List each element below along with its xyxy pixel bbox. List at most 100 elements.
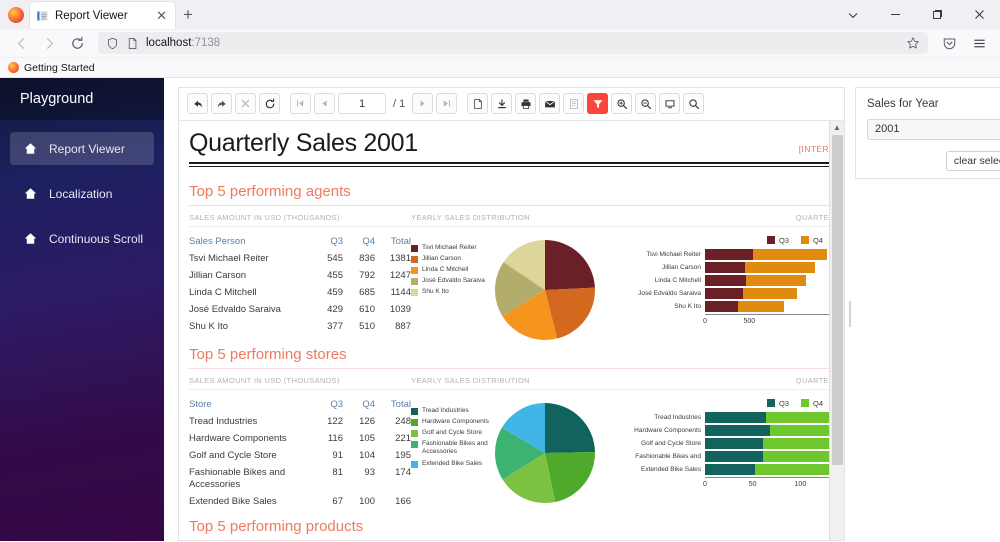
undo-button[interactable] [187, 93, 208, 115]
cell-total: 887 [395, 320, 411, 332]
window-minimize-icon[interactable] [874, 0, 916, 29]
last-page-button[interactable] [436, 93, 458, 115]
legend-label: Shu K Ito [422, 288, 449, 296]
bar-row: Extended Bike Sales [623, 463, 829, 475]
legend-swatch [411, 278, 418, 286]
table-row: Tsvi Michael Reiter 545 836 1381 [189, 251, 411, 268]
url-bar[interactable]: localhost:7138 [98, 32, 928, 54]
pocket-icon[interactable] [936, 31, 962, 55]
bar-segment [705, 450, 763, 462]
cell-name: Hardware Components [189, 433, 287, 445]
refresh-button[interactable] [259, 93, 280, 115]
zoom-out-button[interactable] [635, 93, 657, 115]
cell-q4: 126 [359, 416, 375, 428]
report-viewer: 1 / 1 Quarterly Sales 2001 [INTER Top 5 … [178, 86, 845, 541]
stores-bar-legend: Q3 Q4 [623, 399, 829, 412]
content-area: About [164, 78, 1000, 541]
page-number-input[interactable]: 1 [338, 93, 386, 115]
stop-button[interactable] [235, 93, 256, 115]
pie-slice [545, 402, 595, 453]
agents-bar-block: Q3 Q4 Tsvi Michael Reiter Jillian Carson L… [623, 234, 829, 342]
bar-segment [705, 300, 739, 312]
bookmark-getting-started[interactable]: Getting Started [24, 62, 95, 74]
legend-item: Hardware Components [411, 418, 489, 426]
report-page: Quarterly Sales 2001 [INTER Top 5 perfor… [179, 121, 829, 540]
forward-arrow-icon[interactable] [36, 31, 62, 55]
cell-total: 174 [395, 466, 411, 478]
window-maximize-icon[interactable] [916, 0, 958, 29]
url-text: localhost:7138 [146, 37, 220, 49]
sidebar-item-continuous-scroll[interactable]: Continuous Scroll [10, 222, 154, 255]
title-rule-thick [189, 161, 829, 164]
th-q3: Q3 [330, 399, 343, 411]
cell-name: Tsvi Michael Reiter [189, 253, 269, 265]
stores-pie-block: Tread Industries Hardware Components Gol… [411, 397, 623, 510]
year-select-value: 2001 [875, 123, 900, 136]
column-headers-stores: SALES AMOUNT IN USD (THOUSANDS) YEARLY S… [189, 369, 829, 390]
cell-q3: 91 [332, 450, 343, 461]
window-close-icon[interactable] [958, 0, 1000, 29]
bar-segment [705, 463, 755, 475]
th-q4: Q4 [362, 399, 375, 411]
cell-q4: 685 [359, 287, 375, 298]
axis-tick-label: 0 [703, 480, 707, 488]
cell-total: 195 [395, 450, 411, 461]
filter-button[interactable] [587, 93, 609, 115]
sidebar-item-report-viewer[interactable]: Report Viewer [10, 132, 154, 165]
sidebar-item-localization[interactable]: Localization [10, 177, 154, 210]
previous-page-button[interactable] [314, 93, 335, 115]
browser-tab[interactable]: Report Viewer ✕ [30, 2, 175, 29]
print-button[interactable] [515, 93, 537, 115]
home-icon [24, 143, 37, 154]
zoom-in-button[interactable] [611, 93, 633, 115]
cell-q4: 792 [359, 270, 375, 282]
bar-segment [742, 287, 797, 299]
first-page-button[interactable] [290, 93, 311, 115]
scroll-up-icon[interactable]: ▲ [833, 121, 841, 135]
legend-swatch [411, 430, 418, 438]
bar-row: Linda C Mitchell [623, 274, 829, 286]
bar-segment [745, 274, 807, 286]
email-button[interactable] [539, 93, 561, 115]
bar-row: José Edvaldo Saraiva [623, 287, 829, 299]
tab-close-icon[interactable]: ✕ [154, 9, 169, 22]
document-map-button[interactable] [467, 93, 489, 115]
clear-selection-button[interactable]: clear selection [945, 150, 1000, 171]
col-header-distribution: YEARLY SALES DISTRIBUTION [411, 375, 530, 385]
fit-page-button[interactable] [659, 93, 681, 115]
report-body: Quarterly Sales 2001 [INTER Top 5 perfor… [179, 120, 844, 540]
export-button[interactable] [491, 93, 513, 115]
getting-started-favicon-icon [8, 62, 19, 73]
reload-icon[interactable] [64, 31, 90, 55]
redo-button[interactable] [211, 93, 232, 115]
column-headers-agents: SALES AMOUNT IN USD (THOUSANDS) YEARLY S… [189, 206, 829, 227]
legend-label: Hardware Components [422, 418, 489, 425]
th-q4: Q4 [362, 236, 375, 248]
bar-track [705, 274, 829, 286]
cell-q4: 104 [359, 450, 375, 461]
bar-track [705, 463, 829, 475]
tab-list-icon[interactable] [832, 0, 874, 29]
back-arrow-icon[interactable] [8, 31, 34, 55]
legend-swatch [800, 236, 809, 245]
panel-splitter[interactable] [845, 86, 855, 541]
legend-label: Q3 [778, 398, 789, 408]
legend-item: José Edvaldo Saraiva [411, 277, 489, 286]
bookmark-star-icon[interactable] [906, 36, 920, 50]
scrollbar-thumb[interactable] [832, 134, 843, 465]
bar-category-label: Hardware Components [634, 426, 701, 434]
bar-track [705, 424, 829, 436]
new-tab-button[interactable]: + [175, 5, 201, 29]
section-heading-stores: Top 5 performing stores [189, 342, 829, 369]
search-button[interactable] [683, 93, 705, 115]
legend-swatch [766, 399, 775, 408]
next-page-button[interactable] [412, 93, 434, 115]
th-total: Total [390, 399, 411, 411]
year-select[interactable]: 2001 ▼ [867, 118, 1000, 140]
hamburger-menu-icon[interactable] [966, 31, 992, 55]
cell-q3: 455 [327, 270, 343, 282]
report-vertical-scrollbar[interactable]: ▲ [829, 120, 844, 540]
section-body-stores: Store Q3 Q4 Total Tread Industries 122 1… [189, 390, 829, 510]
table-row: Shu K Ito 377 510 887 [189, 318, 411, 335]
page-setup-button[interactable] [563, 93, 585, 115]
